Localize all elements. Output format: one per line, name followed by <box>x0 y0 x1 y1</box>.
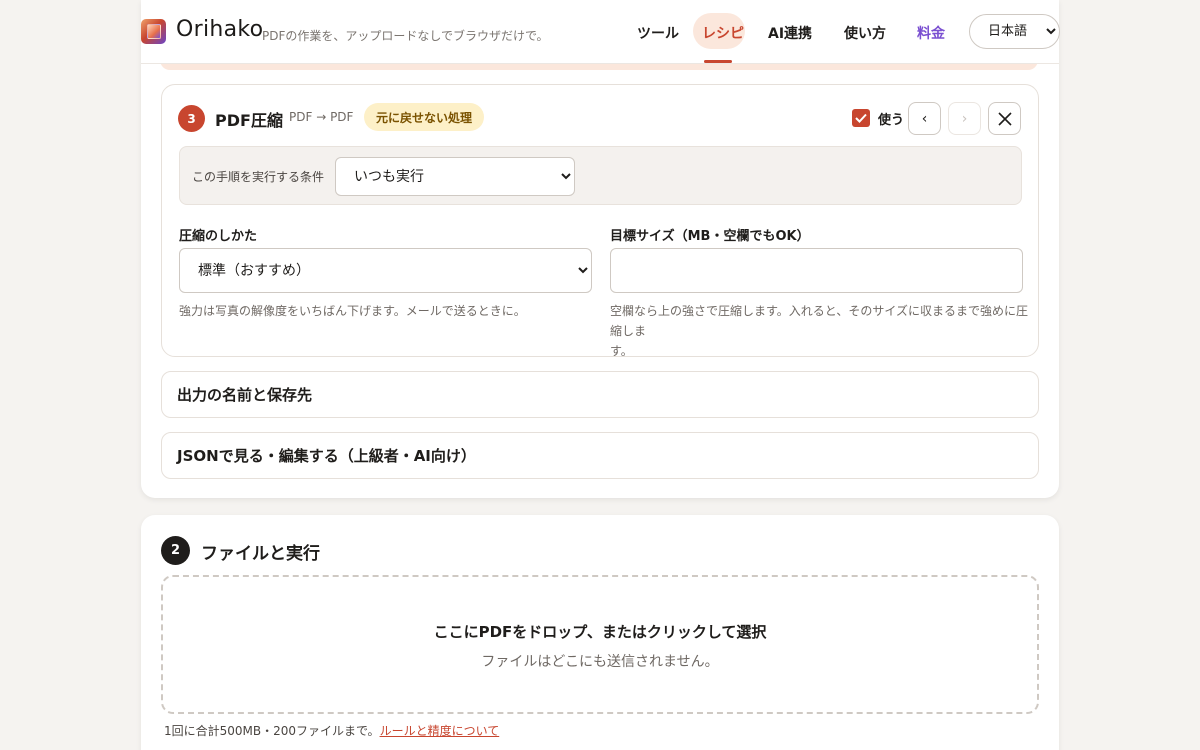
irreversible-badge: 元に戻せない処理 <box>364 103 485 131</box>
condition-select[interactable]: いつも実行 <box>335 157 575 196</box>
condition-box: この手順を実行する条件 いつも実行 <box>179 146 1022 205</box>
step-card-pdf-compress: 3 PDF圧縮 PDF → PDF 元に戻せない処理 使う ‹ › この手順を実… <box>161 84 1039 358</box>
use-step-checkbox[interactable] <box>852 109 870 127</box>
step-title: PDF圧縮 <box>215 111 283 130</box>
remove-step-button[interactable] <box>988 102 1021 135</box>
step-number-badge: 3 <box>178 105 205 132</box>
use-step-label[interactable]: 使う <box>878 109 904 128</box>
section-title: ファイルと実行 <box>201 544 320 564</box>
language-select[interactable]: 日本語 <box>969 14 1060 49</box>
target-size-hint: 空欄なら上の強さで圧縮します。入れると、そのサイズに収まるまで強めに圧縮しま す… <box>610 301 1030 361</box>
close-icon <box>997 111 1012 126</box>
target-size-hint-line2: す。 <box>610 344 633 358</box>
compression-method-select[interactable]: 標準（おすすめ） <box>179 248 592 293</box>
move-step-up-button[interactable]: ‹ <box>908 102 941 135</box>
nav-ai-integration[interactable]: AI連携 <box>768 23 812 43</box>
condition-label: この手順を実行する条件 <box>192 170 325 184</box>
section-number-badge: 2 <box>161 536 190 565</box>
upload-limits: 1回に合計500MB・200ファイルまで。ルールと精度について <box>164 722 499 739</box>
logo-icon[interactable] <box>141 19 166 44</box>
checkmark-icon <box>855 113 867 123</box>
step-io-types: PDF → PDF <box>289 110 354 124</box>
brand-tagline: PDFの作業を、アップロードなしでブラウザだけで。 <box>262 29 549 43</box>
chevron-left-icon: ‹ <box>921 110 928 127</box>
compression-hint: 強力は写真の解像度をいちばん下げます。メールで送るときに。 <box>179 304 526 318</box>
target-size-label: 目標サイズ（MB・空欄でもOK） <box>610 229 810 244</box>
top-nav-bar: Orihako PDFの作業を、アップロードなしでブラウザだけで。 ツール レシ… <box>141 0 1060 64</box>
target-size-input[interactable] <box>610 248 1023 293</box>
move-step-down-button[interactable]: › <box>948 102 981 135</box>
nav-how-to-use[interactable]: 使い方 <box>844 23 886 43</box>
nav-pricing[interactable]: 料金 <box>917 23 945 43</box>
nav-active-underline <box>704 60 732 63</box>
dropzone-main-text: ここにPDFをドロップ、またはクリックして選択 <box>433 623 767 641</box>
brand-name[interactable]: Orihako <box>176 17 263 42</box>
pdf-dropzone[interactable]: ここにPDFをドロップ、またはクリックして選択 ファイルはどこにも送信されません… <box>161 575 1039 714</box>
output-settings-section[interactable]: 出力の名前と保存先 <box>161 371 1039 418</box>
compression-method-label: 圧縮のしかた <box>179 229 258 244</box>
files-and-run-card: 2 ファイルと実行 ここにPDFをドロップ、またはクリックして選択 ファイルはど… <box>141 515 1059 750</box>
json-editor-section[interactable]: JSONで見る・編集する（上級者・AI向け） <box>161 432 1039 479</box>
dropzone-sub-text: ファイルはどこにも送信されません。 <box>481 654 719 670</box>
limits-text: 1回に合計500MB・200ファイルまで。 <box>164 724 380 738</box>
rules-link[interactable]: ルールと精度について <box>380 724 500 738</box>
nav-recipes[interactable]: レシピ <box>702 23 744 43</box>
target-size-hint-line1: 空欄なら上の強さで圧縮します。入れると、そのサイズに収まるまで強めに圧縮しま <box>610 304 1028 338</box>
chevron-right-icon: › <box>961 110 968 127</box>
nav-tools[interactable]: ツール <box>637 23 679 43</box>
